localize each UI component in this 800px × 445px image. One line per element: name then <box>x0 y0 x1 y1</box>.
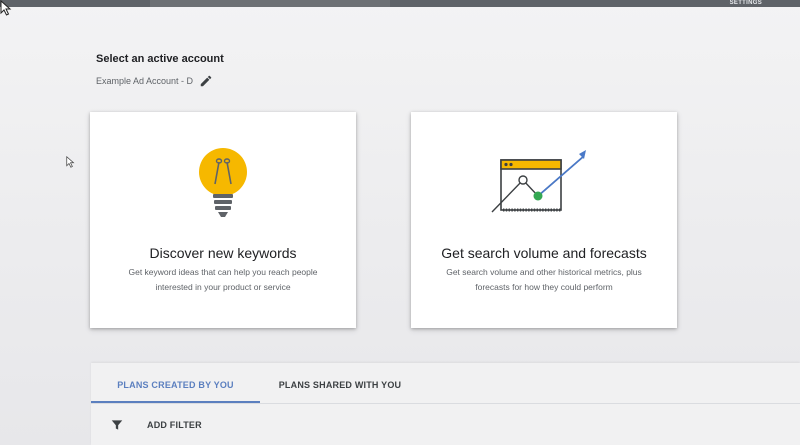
card-description: Get search volume and other historical m… <box>446 267 642 292</box>
mouse-cursor-icon <box>66 156 75 168</box>
settings-label[interactable]: SETTINGS <box>730 0 762 7</box>
filter-row: ADD FILTER <box>91 404 800 445</box>
mouse-cursor-icon <box>0 0 12 16</box>
lightbulb-icon <box>199 148 247 217</box>
forecast-chart-icon <box>491 150 586 213</box>
top-app-bar: SETTINGS <box>0 0 800 7</box>
search-volume-card[interactable]: Get search volume and forecasts Get sear… <box>411 112 677 328</box>
account-name: Example Ad Account - D <box>96 76 194 86</box>
filter-icon[interactable] <box>110 418 124 432</box>
account-selector[interactable]: Example Ad Account - D <box>96 74 213 88</box>
card-illustration <box>411 144 677 224</box>
account-section-title: Select an active account <box>96 53 224 65</box>
discover-keywords-card[interactable]: Discover new keywords Get keyword ideas … <box>90 112 356 328</box>
card-title: Discover new keywords <box>149 245 297 261</box>
tab-plans-created-by-you[interactable]: PLANS CREATED BY YOU <box>91 363 260 403</box>
pencil-icon[interactable] <box>199 74 213 88</box>
card-description: Get keyword ideas that can help you reac… <box>128 267 318 292</box>
add-filter-button[interactable]: ADD FILTER <box>147 420 202 430</box>
card-title: Get search volume and forecasts <box>441 245 647 261</box>
plans-panel: PLANS CREATED BY YOU PLANS SHARED WITH Y… <box>91 363 800 445</box>
card-illustration <box>90 144 356 224</box>
top-app-bar-highlight <box>150 0 390 7</box>
tab-plans-shared-with-you[interactable]: PLANS SHARED WITH YOU <box>260 363 420 403</box>
plans-tabs: PLANS CREATED BY YOU PLANS SHARED WITH Y… <box>91 363 800 403</box>
